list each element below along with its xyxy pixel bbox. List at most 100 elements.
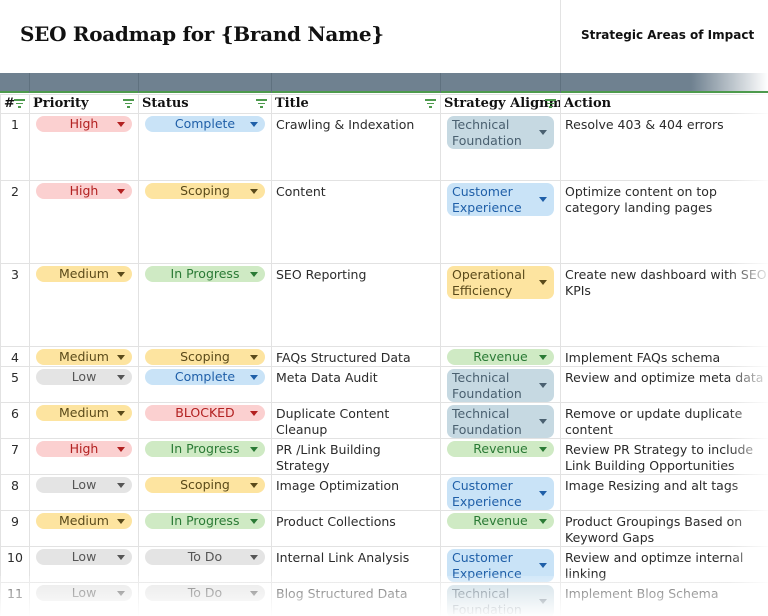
caret-down-icon[interactable] [117, 519, 125, 524]
strategy-dropdown[interactable]: Technical Foundation [447, 116, 554, 149]
caret-down-icon[interactable] [117, 189, 125, 194]
caret-down-icon[interactable] [250, 189, 258, 194]
action-cell[interactable]: Review and optimze internal linking [560, 546, 768, 583]
title-cell[interactable]: SEO Reporting [271, 263, 441, 347]
status-dropdown[interactable]: To Do [145, 585, 265, 601]
status-dropdown[interactable]: In Progress [145, 266, 265, 282]
strategy-dropdown[interactable]: Revenue [447, 513, 554, 529]
priority-dropdown[interactable]: Low [36, 549, 132, 565]
strategy-dropdown[interactable]: Technical Foundation [447, 585, 554, 616]
caret-down-icon[interactable] [250, 555, 258, 560]
strategy-dropdown[interactable]: Customer Experience [447, 183, 554, 216]
filter-icon[interactable] [123, 99, 134, 109]
caret-down-icon[interactable] [117, 591, 125, 596]
caret-down-icon[interactable] [117, 355, 125, 360]
caret-down-icon[interactable] [539, 280, 547, 285]
caret-down-icon[interactable] [117, 375, 125, 380]
priority-dropdown[interactable]: Medium [36, 513, 132, 529]
caret-down-icon[interactable] [539, 447, 547, 452]
caret-down-icon[interactable] [117, 272, 125, 277]
priority-dropdown[interactable]: High [36, 183, 132, 199]
priority-dropdown[interactable]: High [36, 441, 132, 457]
title-cell[interactable]: Content [271, 180, 441, 264]
priority-dropdown[interactable]: High [36, 116, 132, 132]
caret-down-icon[interactable] [250, 375, 258, 380]
caret-down-icon[interactable] [250, 272, 258, 277]
title-cell[interactable]: Blog Structured Data [271, 582, 441, 616]
strategy-dropdown[interactable]: Technical Foundation [447, 405, 554, 438]
action-cell[interactable]: Image Resizing and alt tags [560, 474, 768, 511]
caret-down-icon[interactable] [250, 483, 258, 488]
title-cell[interactable]: Crawling & Indexation [271, 113, 441, 181]
priority-dropdown[interactable]: Medium [36, 349, 132, 365]
priority-cell: High [29, 113, 139, 181]
status-dropdown[interactable]: In Progress [145, 441, 265, 457]
strategy-dropdown[interactable]: Technical Foundation [447, 369, 554, 402]
caret-down-icon[interactable] [539, 519, 547, 524]
caret-down-icon[interactable] [539, 383, 547, 388]
column-header-action[interactable]: Action [560, 94, 768, 114]
status-dropdown[interactable]: Scoping [145, 183, 265, 199]
strategy-dropdown[interactable]: Revenue [447, 349, 554, 365]
caret-down-icon[interactable] [250, 411, 258, 416]
priority-dropdown[interactable]: Low [36, 369, 132, 385]
status-dropdown[interactable]: Scoping [145, 349, 265, 365]
action-cell[interactable]: Product Groupings Based on Keyword Gaps [560, 510, 768, 547]
priority-dropdown[interactable]: Medium [36, 405, 132, 421]
caret-down-icon[interactable] [539, 130, 547, 135]
strategy-dropdown[interactable]: Customer Experience [447, 477, 554, 510]
filter-icon[interactable] [425, 99, 436, 109]
title-cell[interactable]: Internal Link Analysis [271, 546, 441, 583]
priority-dropdown[interactable]: Low [36, 585, 132, 601]
caret-down-icon[interactable] [250, 122, 258, 127]
strategy-dropdown[interactable]: Operational Efficiency [447, 266, 554, 299]
action-cell[interactable]: Create new dashboard with SEO KPIs [560, 263, 768, 347]
title-cell[interactable]: Duplicate Content Cleanup [271, 402, 441, 439]
filter-icon[interactable] [545, 99, 556, 109]
title-cell[interactable]: Product Collections [271, 510, 441, 547]
caret-down-icon[interactable] [117, 411, 125, 416]
column-header-title[interactable]: Title [271, 94, 441, 114]
action-cell[interactable]: Review PR Strategy to include Link Build… [560, 438, 768, 475]
status-dropdown[interactable]: Complete [145, 369, 265, 385]
caret-down-icon[interactable] [250, 447, 258, 452]
column-header-strategy[interactable]: Strategy Alignm [440, 94, 561, 114]
caret-down-icon[interactable] [250, 519, 258, 524]
status-dropdown[interactable]: In Progress [145, 513, 265, 529]
status-dropdown[interactable]: To Do [145, 549, 265, 565]
action-cell[interactable]: Implement FAQs schema [560, 346, 768, 367]
status-dropdown[interactable]: Scoping [145, 477, 265, 493]
title-cell[interactable]: Image Optimization [271, 474, 441, 511]
priority-dropdown[interactable]: Low [36, 477, 132, 493]
column-header-number[interactable]: # [0, 94, 30, 114]
title-cell[interactable]: FAQs Structured Data [271, 346, 441, 367]
caret-down-icon[interactable] [539, 355, 547, 360]
action-cell[interactable]: Resolve 403 & 404 errors [560, 113, 768, 181]
action-cell[interactable]: Implement Blog Schema [560, 582, 768, 616]
status-dropdown[interactable]: Complete [145, 116, 265, 132]
caret-down-icon[interactable] [117, 122, 125, 127]
filter-icon[interactable] [14, 99, 25, 109]
caret-down-icon[interactable] [539, 491, 547, 496]
caret-down-icon[interactable] [117, 447, 125, 452]
caret-down-icon[interactable] [539, 197, 547, 202]
action-cell[interactable]: Optimize content on top category landing… [560, 180, 768, 264]
column-header-priority[interactable]: Priority [29, 94, 139, 114]
caret-down-icon[interactable] [250, 591, 258, 596]
strategy-dropdown[interactable]: Revenue [447, 441, 554, 457]
caret-down-icon[interactable] [539, 599, 547, 604]
caret-down-icon[interactable] [539, 419, 547, 424]
caret-down-icon[interactable] [117, 555, 125, 560]
title-cell[interactable]: Meta Data Audit [271, 366, 441, 403]
caret-down-icon[interactable] [250, 355, 258, 360]
column-header-status[interactable]: Status [138, 94, 272, 114]
filter-icon[interactable] [256, 99, 267, 109]
caret-down-icon[interactable] [117, 483, 125, 488]
action-cell[interactable]: Review and optimize meta data [560, 366, 768, 403]
status-dropdown[interactable]: BLOCKED [145, 405, 265, 421]
title-cell[interactable]: PR /Link Building Strategy [271, 438, 441, 475]
caret-down-icon[interactable] [539, 563, 547, 568]
strategy-dropdown[interactable]: Customer Experience [447, 549, 554, 582]
priority-dropdown[interactable]: Medium [36, 266, 132, 282]
action-cell[interactable]: Remove or update duplicate content [560, 402, 768, 439]
